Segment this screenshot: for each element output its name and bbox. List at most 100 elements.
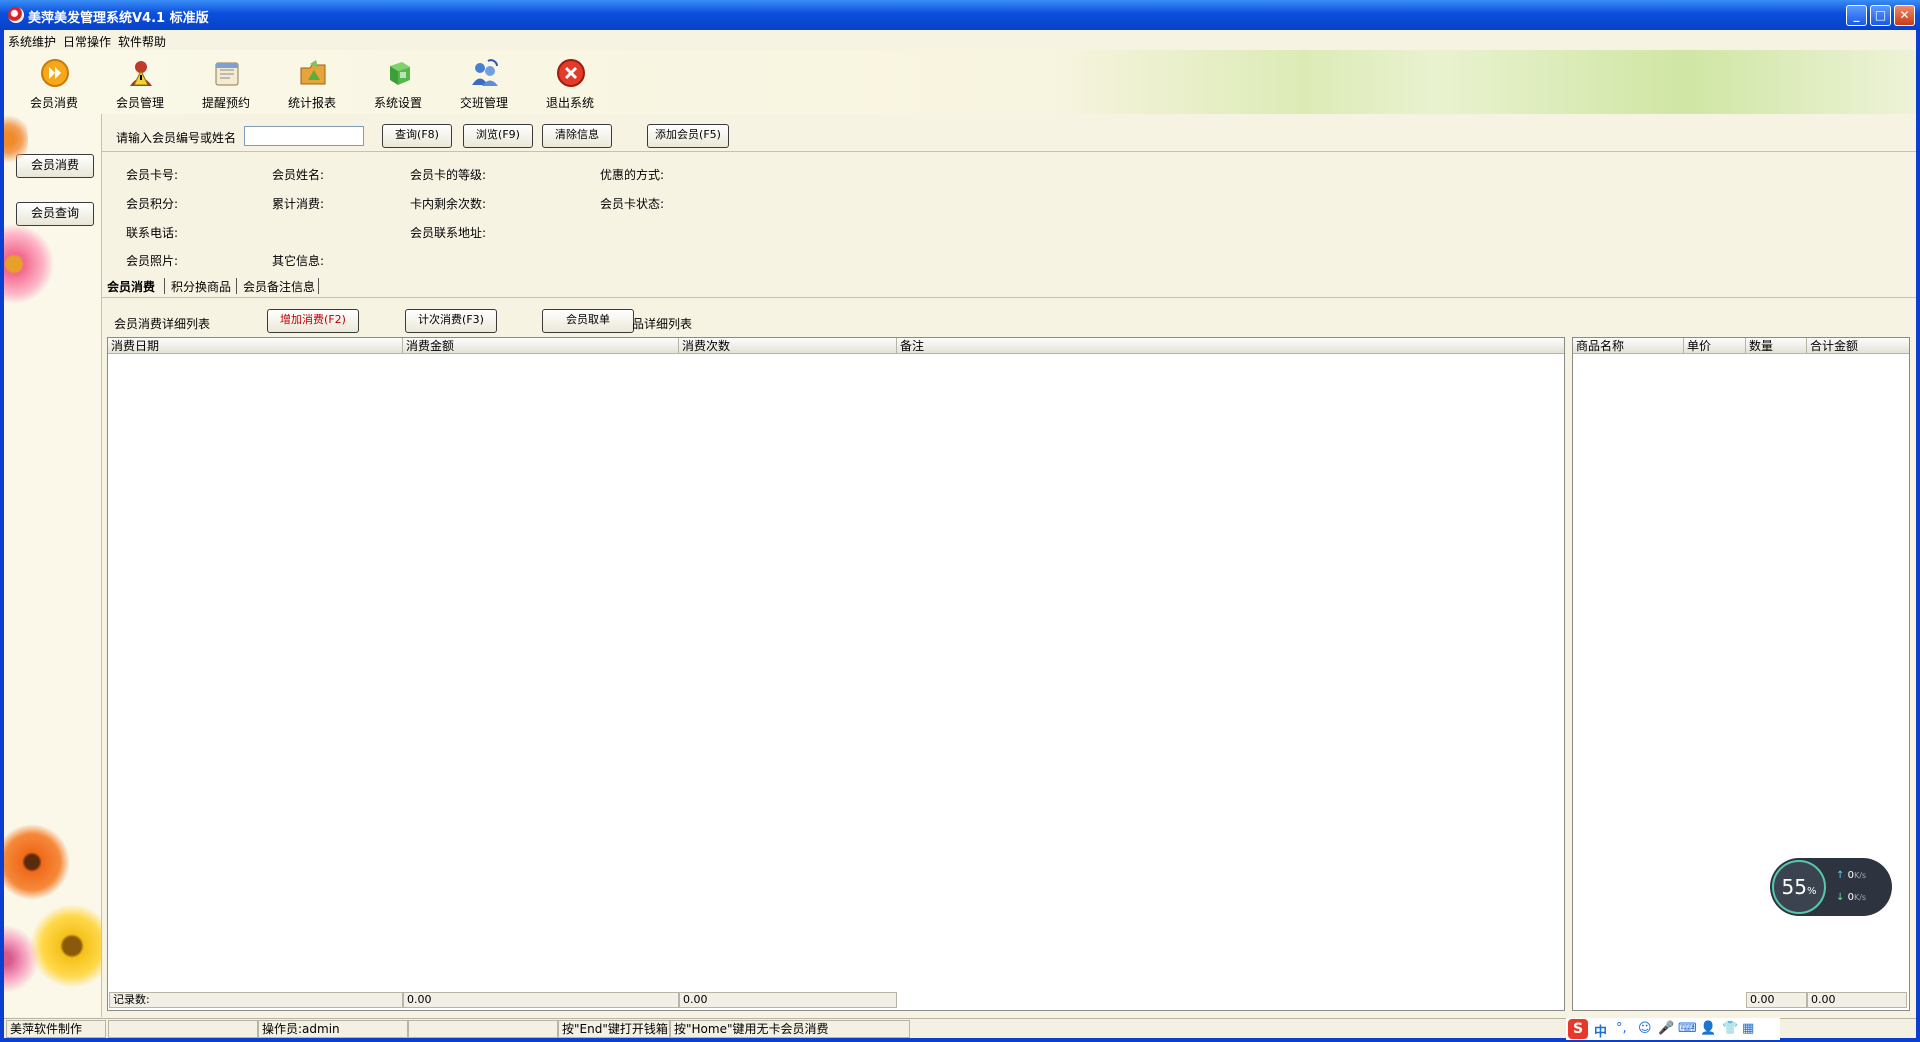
column-header[interactable]: 合计金额 [1807,338,1909,354]
column-header[interactable]: 消费金额 [403,338,679,354]
tab-member-consume[interactable]: 会员消费 [107,278,155,295]
ime-mode[interactable]: 中 [1594,1021,1607,1040]
sidebar-item-member-query[interactable]: 会员查询 [16,202,94,226]
window-title: 美萍美发管理系统V4.1 标准版 [28,11,209,26]
toolbar-label: 系统设置 [373,96,422,110]
tab-member-notes[interactable]: 会员备注信息 [243,278,315,295]
remaining-times-label: 卡内剩余次数: [410,197,487,211]
usage-percent-unit: % [1806,886,1817,897]
skin-icon[interactable]: 👕 [1722,1021,1738,1036]
toolbar-label: 会员消费 [29,96,78,110]
menu-bar: 系统维护 日常操作 软件帮助 [4,30,1916,50]
toolbar-member-manage-button[interactable]: 会员管理 [106,54,174,112]
status-hint-end: 按"End"键打开钱箱 [558,1020,670,1038]
toolbar-label: 交班管理 [459,96,508,110]
ime-toolbar[interactable]: S 中 °, ☺ 🎤 ⌨ 👤 👕 ▦ [1566,1018,1780,1040]
shift-users-icon [472,59,498,86]
records-count-cell: 记录数: [109,992,403,1008]
column-header[interactable]: 消费次数 [679,338,897,354]
count-total-cell: 0.00 [679,992,897,1008]
punctuation-icon[interactable]: °, [1616,1021,1627,1036]
consume-detail-grid[interactable]: 消费日期 消费金额 消费次数 备注 记录数: 0.00 0.00 [107,337,1565,1011]
app-logo-icon [8,7,24,23]
count-consume-button[interactable]: 计次消费(F3) [405,309,497,333]
arrow-up-icon: ↑ [1836,870,1845,881]
column-header[interactable]: 备注 [897,338,1564,354]
minimize-button[interactable]: _ [1846,5,1867,26]
menu-system[interactable]: 系统维护 [8,33,56,50]
cpu-usage-gauge: 55% [1772,860,1826,914]
goods-list-title: 品详细列表 [632,317,693,331]
tab-separator [236,278,237,294]
emoji-icon[interactable]: ☺ [1638,1021,1652,1036]
clear-info-button[interactable]: 清除信息 [542,124,612,148]
card-no-label: 会员卡号: [126,168,179,182]
sidebar-item-member-consume[interactable]: 会员消费 [16,154,94,178]
toolbar-exit-button[interactable]: 退出系统 [536,54,604,112]
toolbar-member-consume-button[interactable]: 会员消费 [20,54,88,112]
total-consume-label: 累计消费: [272,197,325,211]
keyboard-icon[interactable]: ⌨ [1678,1021,1697,1036]
status-maker: 美萍软件制作 [6,1020,106,1038]
menu-help[interactable]: 软件帮助 [118,33,166,50]
member-name-label: 会员姓名: [272,168,325,182]
calendar-note-icon [215,62,239,86]
search-label: 请输入会员编号或姓名 [116,131,237,145]
user-icon[interactable]: 👤 [1700,1021,1716,1036]
tab-separator [164,278,165,294]
member-search-input[interactable] [244,126,364,146]
status-empty [408,1020,558,1038]
maximize-button[interactable]: □ [1870,5,1891,26]
toolbar-shift-button[interactable]: 交班管理 [450,54,518,112]
status-empty [108,1020,258,1038]
add-consume-button[interactable]: 增加消费(F2) [267,309,359,333]
close-button[interactable]: ✕ [1894,5,1915,26]
microphone-icon[interactable]: 🎤 [1658,1021,1674,1036]
flower-decoration [4,224,54,304]
phone-label: 联系电话: [126,226,179,240]
column-header[interactable]: 商品名称 [1573,338,1684,354]
toolbar-reminder-button[interactable]: 提醒预约 [192,54,260,112]
tab-points-exchange[interactable]: 积分换商品 [171,278,231,295]
exit-x-icon [557,59,585,87]
status-hint-home: 按"Home"键用无卡会员消费 [670,1020,910,1038]
card-status-label: 会员卡状态: [600,197,665,211]
settings-box-icon [390,62,410,85]
download-rate: ↓ 0K/s [1836,892,1866,903]
toolbar-report-button[interactable]: 统计报表 [278,54,346,112]
points-label: 会员积分: [126,197,179,211]
rate-unit: K/s [1853,893,1867,902]
consume-list-title: 会员消费详细列表 [114,317,211,331]
other-info-label: 其它信息: [272,254,325,268]
toolbar: 会员消费 会员管理 提醒预约 统计报表 系统设置 交班管理 退出系统 [4,50,1916,114]
address-label: 会员联系地址: [410,226,487,240]
column-header[interactable]: 单价 [1684,338,1746,354]
tab-separator [318,278,319,294]
play-circle-icon [41,59,69,87]
sogou-logo-icon[interactable]: S [1568,1019,1588,1039]
member-order-button[interactable]: 会员取单 [542,309,634,333]
divider [102,151,1916,152]
network-speed-widget[interactable]: 55% ↑ 0K/s ↓ 0K/s [1770,858,1892,916]
divider [102,297,1916,298]
flower-decoration [30,904,101,988]
toolbar-label: 退出系统 [545,96,594,110]
query-button[interactable]: 查询(F8) [382,124,452,148]
toolbar-label: 统计报表 [287,96,336,110]
toolbar-settings-button[interactable]: 系统设置 [364,54,432,112]
usage-percent: 55 [1781,875,1807,899]
member-warning-icon [130,61,152,86]
toolbox-icon[interactable]: ▦ [1742,1021,1754,1036]
card-level-label: 会员卡的等级: [410,168,487,182]
rate-unit: K/s [1853,871,1867,880]
flower-decoration [4,824,70,900]
discount-label: 优惠的方式: [600,168,665,182]
column-header[interactable]: 数量 [1746,338,1807,354]
add-member-button[interactable]: 添加会员(F5) [647,124,729,148]
column-header[interactable]: 消费日期 [108,338,403,354]
upload-rate: ↑ 0K/s [1836,870,1866,881]
menu-daily[interactable]: 日常操作 [63,33,111,50]
browse-button[interactable]: 浏览(F9) [463,124,533,148]
qty-total-cell: 0.00 [1746,992,1807,1008]
arrow-down-icon: ↓ [1836,892,1845,903]
